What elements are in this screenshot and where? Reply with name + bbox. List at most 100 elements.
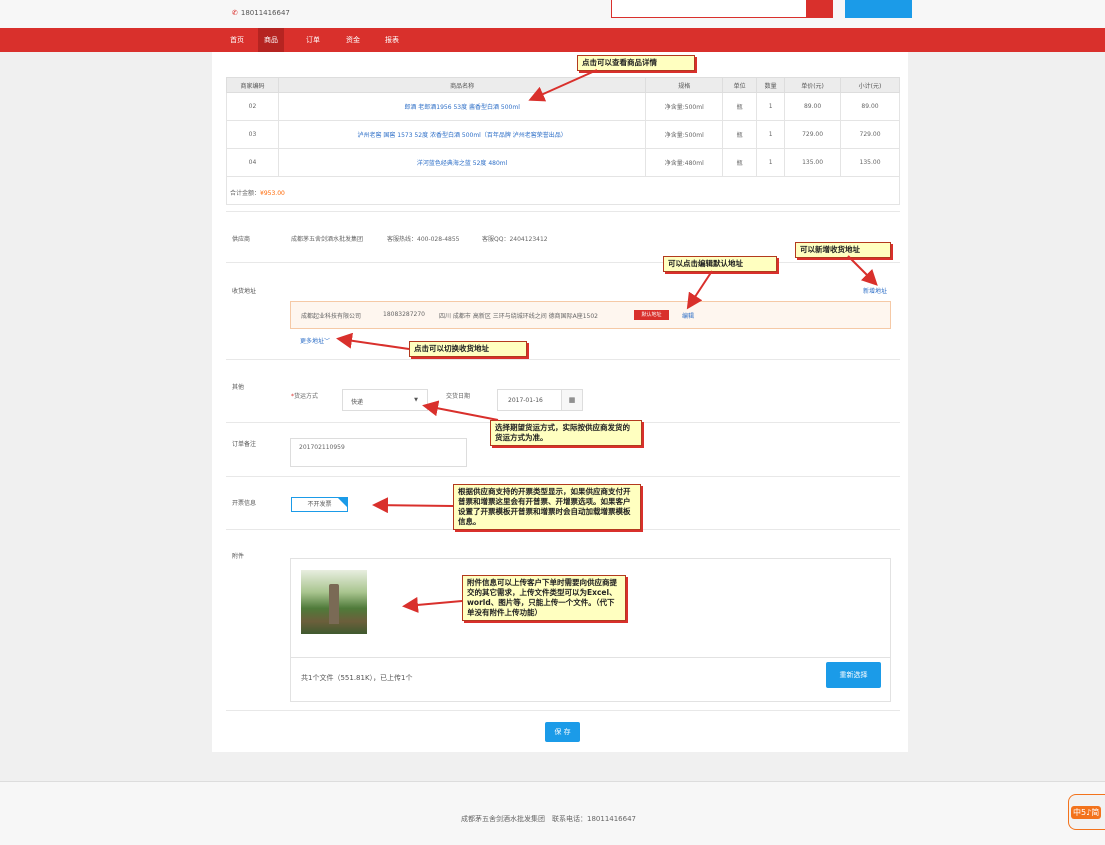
caret-down-icon: ▼ [414, 397, 418, 403]
goods-table: 商家编码 商品名称 规格 单位 数量 单价(元) 小计(元) 02 郎酒 老郎酒… [226, 77, 900, 177]
callout-edit-default-address: 可以点击编辑默认地址 [663, 256, 777, 272]
more-address-link[interactable]: 更多地址﹀ [300, 336, 330, 345]
nav-item-funds[interactable]: 资金 [340, 28, 366, 52]
total-row [226, 177, 900, 205]
attachment-thumbnail[interactable] [301, 570, 367, 634]
total-value: ¥953.00 [260, 190, 285, 197]
input-method-label: 中5♪简 [1071, 806, 1102, 819]
order-remark-textarea[interactable]: 201702110959 [290, 438, 467, 467]
supplier-qq: 客服QQ：2404123412 [482, 236, 548, 243]
input-method-widget[interactable]: 中5♪简 [1068, 794, 1105, 830]
footer-text: 成都茅五舍剑酒水批发集团 联系电话：18011416647 [461, 815, 636, 823]
shipping-label-text: 货运方式 [294, 393, 319, 400]
cell-qty: 1 [756, 120, 786, 149]
invoice-option-label: 不开发票 [307, 501, 332, 508]
callout-shipping-method: 选择期望货运方式，实际按供应商发货的货运方式为准。 [490, 420, 642, 446]
supplier-label: 供应商 [232, 236, 251, 243]
pagoda-image [329, 584, 339, 624]
goods-name-link[interactable]: 泸州老窖 国窖 1573 52度 浓香型白酒 500ml（百年品牌 泸州老窖荣誉… [277, 120, 647, 149]
total-label: 合计金额： [230, 190, 261, 197]
attachment-file-info: 共1个文件（551.81K），已上传1个 [301, 674, 413, 682]
shipping-select[interactable]: 快递 ▼ [342, 389, 428, 411]
cell-unit: 瓶 [722, 92, 758, 121]
section-divider [226, 359, 900, 360]
invoice-option-none[interactable]: 不开发票 [291, 497, 348, 512]
other-label: 其他 [232, 384, 245, 391]
section-divider [226, 710, 900, 711]
cell-price: 135.00 [784, 148, 842, 177]
reselect-file-button[interactable]: 重新选择 [826, 662, 881, 688]
nav-item-goods[interactable]: 商品 [258, 28, 284, 52]
delivery-date-label: 交货日期 [446, 393, 471, 400]
goods-name-link[interactable]: 郎酒 老郎酒1956 53度 酱香型白酒 500ml [277, 92, 647, 121]
col-header-subtotal: 小计(元) [840, 77, 900, 93]
col-header-price: 单价(元) [784, 77, 842, 93]
save-button[interactable]: 保 存 [545, 722, 580, 742]
chevron-down-icon: ﹀ [324, 338, 331, 345]
header-phone: ✆ 18011416647 [232, 9, 290, 17]
nav-item-orders[interactable]: 订单 [300, 28, 326, 52]
remark-label: 订单备注 [232, 441, 257, 448]
col-header-qty: 数量 [756, 77, 786, 93]
callout-attachment: 附件信息可以上传客户下单时需要向供应商提交的其它需求，上传文件类型可以为Exce… [462, 575, 626, 621]
nav-item-home[interactable]: 首页 [224, 28, 250, 52]
invoice-label: 开票信息 [232, 500, 257, 507]
goods-name-link[interactable]: 洋河蓝色经典海之蓝 52度 480ml [277, 148, 647, 177]
cell-code: 02 [226, 92, 279, 121]
add-address-link[interactable]: 新增地址 [863, 286, 887, 295]
cell-unit: 瓶 [722, 148, 758, 177]
main-nav [0, 28, 1105, 52]
supplier-hotline: 客服热线：400-028-4855 [387, 236, 460, 243]
edit-address-link[interactable]: 编辑 [682, 311, 694, 320]
search-button[interactable] [807, 0, 833, 18]
cell-price: 89.00 [784, 92, 842, 121]
callout-invoice: 根据供应商支持的开票类型显示，如果供应商支付开普票和增票这里会有开普票、开增票选… [453, 484, 641, 530]
cell-code: 04 [226, 148, 279, 177]
cell-spec: 净含量:480ml [645, 148, 724, 177]
cell-qty: 1 [756, 92, 786, 121]
address-detail: 四川 成都市 高新区 三环与绕城环线之间 德商国际A座1502 [439, 313, 599, 320]
col-header-unit: 单位 [722, 77, 758, 93]
callout-add-address: 可以新增收货地址 [795, 242, 891, 258]
section-divider [226, 262, 900, 263]
table-row: 04 洋河蓝色经典海之蓝 52度 480ml 净含量:480ml 瓶 1 135… [226, 148, 900, 177]
callout-goods-detail: 点击可以查看商品详情 [577, 55, 695, 71]
cell-subtotal: 729.00 [840, 120, 900, 149]
attachment-label: 附件 [232, 553, 245, 560]
more-address-label: 更多地址 [300, 338, 325, 345]
col-header-code: 商家编码 [226, 77, 279, 93]
address-phone: 18083287270 [383, 311, 425, 318]
callout-switch-address: 点击可以切换收货地址 [409, 341, 527, 357]
phone-icon: ✆ [232, 9, 238, 17]
order-total: 合计金额：¥953.00 [230, 188, 285, 197]
top-bar [0, 0, 1105, 28]
cell-price: 729.00 [784, 120, 842, 149]
selected-check-icon [338, 498, 347, 507]
default-address-badge: 默认地址 [634, 310, 669, 320]
shipping-label: *货运方式 [291, 391, 318, 400]
col-header-name: 商品名称 [277, 77, 647, 93]
col-header-spec: 规格 [645, 77, 724, 93]
cell-qty: 1 [756, 148, 786, 177]
cell-subtotal: 135.00 [840, 148, 900, 177]
table-row: 03 泸州老窖 国窖 1573 52度 浓香型白酒 500ml（百年品牌 泸州老… [226, 120, 900, 149]
section-divider [226, 476, 900, 477]
address-label: 收货地址 [232, 288, 257, 295]
cell-spec: 净含量:500ml [645, 120, 724, 149]
supplier-name: 成都茅五舍剑酒水批发集团 [291, 236, 364, 243]
section-divider [226, 211, 900, 212]
attachment-divider [290, 657, 891, 658]
cell-unit: 瓶 [722, 120, 758, 149]
search-input[interactable] [611, 0, 807, 18]
delivery-date-input[interactable]: 2017-01-16 [497, 389, 562, 411]
nav-item-reports[interactable]: 报表 [379, 28, 405, 52]
calendar-icon[interactable]: ▦ [562, 389, 583, 411]
shipping-select-value: 快递 [351, 399, 364, 406]
header-action-button[interactable] [845, 0, 912, 18]
address-company: 成都起业科技有限公司 [301, 313, 362, 320]
table-row: 02 郎酒 老郎酒1956 53度 酱香型白酒 500ml 净含量:500ml … [226, 92, 900, 121]
cell-code: 03 [226, 120, 279, 149]
header-phone-number: 18011416647 [240, 9, 290, 17]
cell-subtotal: 89.00 [840, 92, 900, 121]
cell-spec: 净含量:500ml [645, 92, 724, 121]
